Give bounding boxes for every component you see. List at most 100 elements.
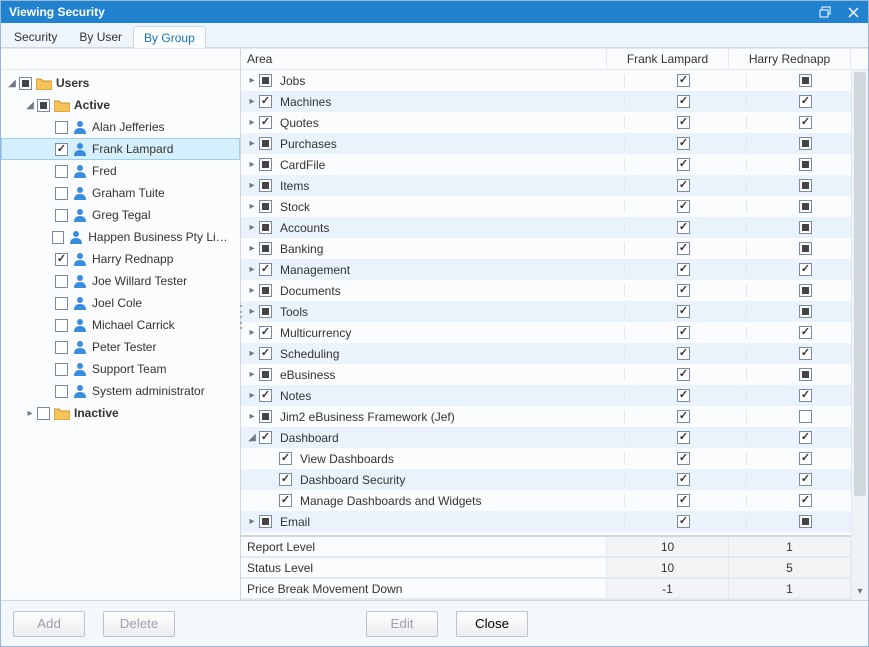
- checkbox[interactable]: [799, 515, 812, 528]
- expand-icon[interactable]: ▸: [245, 516, 259, 527]
- checkbox[interactable]: [259, 200, 272, 213]
- grid-row[interactable]: ▸Scheduling: [241, 343, 868, 364]
- delete-button[interactable]: Delete: [103, 611, 175, 637]
- checkbox[interactable]: [259, 389, 272, 402]
- grid-row[interactable]: Manage Dashboards and Widgets: [241, 490, 868, 511]
- checkbox[interactable]: [677, 95, 690, 108]
- checkbox[interactable]: [259, 410, 272, 423]
- expand-icon[interactable]: ▸: [245, 369, 259, 380]
- level-value[interactable]: 1: [729, 537, 851, 557]
- grid-row[interactable]: ▸Quotes: [241, 112, 868, 133]
- checkbox[interactable]: [677, 347, 690, 360]
- checkbox[interactable]: [799, 452, 812, 465]
- checkbox[interactable]: [799, 242, 812, 255]
- checkbox[interactable]: [677, 179, 690, 192]
- expand-toggle[interactable]: ◢: [5, 78, 19, 89]
- checkbox[interactable]: [259, 74, 272, 87]
- checkbox[interactable]: [799, 410, 812, 423]
- checkbox[interactable]: [55, 209, 68, 222]
- checkbox[interactable]: [259, 515, 272, 528]
- tree-user[interactable]: Alan Jefferies: [1, 116, 240, 138]
- scroll-thumb[interactable]: [854, 72, 866, 496]
- checkbox[interactable]: [677, 431, 690, 444]
- checkbox[interactable]: [799, 389, 812, 402]
- checkbox[interactable]: [259, 326, 272, 339]
- checkbox[interactable]: [55, 187, 68, 200]
- checkbox[interactable]: [55, 143, 68, 156]
- checkbox[interactable]: [279, 452, 292, 465]
- checkbox[interactable]: [799, 179, 812, 192]
- expand-icon[interactable]: ▸: [245, 159, 259, 170]
- expand-icon[interactable]: ▸: [245, 180, 259, 191]
- expand-toggle[interactable]: ▸: [23, 408, 37, 419]
- checkbox[interactable]: [677, 305, 690, 318]
- checkbox[interactable]: [37, 99, 50, 112]
- checkbox[interactable]: [677, 389, 690, 402]
- expand-icon[interactable]: ▸: [245, 75, 259, 86]
- grid-row[interactable]: ▸Notes: [241, 385, 868, 406]
- checkbox[interactable]: [55, 363, 68, 376]
- expand-toggle[interactable]: ◢: [23, 100, 37, 111]
- grid-row[interactable]: ▸Multicurrency: [241, 322, 868, 343]
- level-value[interactable]: -1: [607, 579, 729, 599]
- grid-row[interactable]: ▸Machines: [241, 91, 868, 112]
- users-tree[interactable]: ◢Users◢ActiveAlan JefferiesFrank Lampard…: [1, 70, 240, 600]
- checkbox[interactable]: [677, 284, 690, 297]
- checkbox[interactable]: [677, 515, 690, 528]
- close-icon[interactable]: [846, 5, 860, 19]
- tree-user[interactable]: Frank Lampard: [1, 138, 240, 160]
- edit-button[interactable]: Edit: [366, 611, 438, 637]
- grid-row[interactable]: ▸Documents: [241, 280, 868, 301]
- expand-icon[interactable]: ▸: [245, 264, 259, 275]
- grid-row[interactable]: ▸Jobs: [241, 70, 868, 91]
- checkbox[interactable]: [55, 165, 68, 178]
- tree-user[interactable]: Graham Tuite: [1, 182, 240, 204]
- tab-byuser[interactable]: By User: [68, 25, 133, 47]
- grid-row[interactable]: ▸CardFile: [241, 154, 868, 175]
- expand-icon[interactable]: ▸: [245, 327, 259, 338]
- checkbox[interactable]: [259, 431, 272, 444]
- checkbox[interactable]: [259, 116, 272, 129]
- checkbox[interactable]: [677, 116, 690, 129]
- checkbox[interactable]: [677, 473, 690, 486]
- tree-user[interactable]: Michael Carrick: [1, 314, 240, 336]
- checkbox[interactable]: [677, 137, 690, 150]
- checkbox[interactable]: [259, 284, 272, 297]
- checkbox[interactable]: [799, 200, 812, 213]
- area-header[interactable]: Area: [241, 49, 607, 69]
- tree-folder[interactable]: ◢Users: [1, 72, 240, 94]
- checkbox[interactable]: [52, 231, 64, 244]
- checkbox[interactable]: [55, 253, 68, 266]
- tree-user[interactable]: Fred: [1, 160, 240, 182]
- expand-icon[interactable]: ▸: [245, 390, 259, 401]
- grid-row[interactable]: ▸Items: [241, 175, 868, 196]
- checkbox[interactable]: [55, 275, 68, 288]
- checkbox[interactable]: [259, 179, 272, 192]
- close-button[interactable]: Close: [456, 611, 528, 637]
- checkbox[interactable]: [677, 74, 690, 87]
- expand-icon[interactable]: ▸: [245, 243, 259, 254]
- checkbox[interactable]: [799, 431, 812, 444]
- level-value[interactable]: 10: [607, 537, 729, 557]
- checkbox[interactable]: [799, 347, 812, 360]
- level-value[interactable]: 5: [729, 558, 851, 578]
- expand-icon[interactable]: ▸: [245, 285, 259, 296]
- checkbox[interactable]: [677, 368, 690, 381]
- splitter-handle[interactable]: [238, 305, 244, 329]
- grid-row[interactable]: View Dashboards: [241, 448, 868, 469]
- checkbox[interactable]: [259, 158, 272, 171]
- tree-user[interactable]: Peter Tester: [1, 336, 240, 358]
- tab-bygroup[interactable]: By Group: [133, 26, 206, 48]
- checkbox[interactable]: [19, 77, 32, 90]
- grid-row[interactable]: ▸Purchases: [241, 133, 868, 154]
- checkbox[interactable]: [799, 137, 812, 150]
- checkbox[interactable]: [279, 494, 292, 507]
- checkbox[interactable]: [799, 305, 812, 318]
- checkbox[interactable]: [799, 473, 812, 486]
- expand-icon[interactable]: ▸: [245, 201, 259, 212]
- grid-row[interactable]: ▸Management: [241, 259, 868, 280]
- expand-icon[interactable]: ▸: [245, 138, 259, 149]
- checkbox[interactable]: [259, 305, 272, 318]
- restore-icon[interactable]: [818, 5, 832, 19]
- grid-row[interactable]: ▸Stock: [241, 196, 868, 217]
